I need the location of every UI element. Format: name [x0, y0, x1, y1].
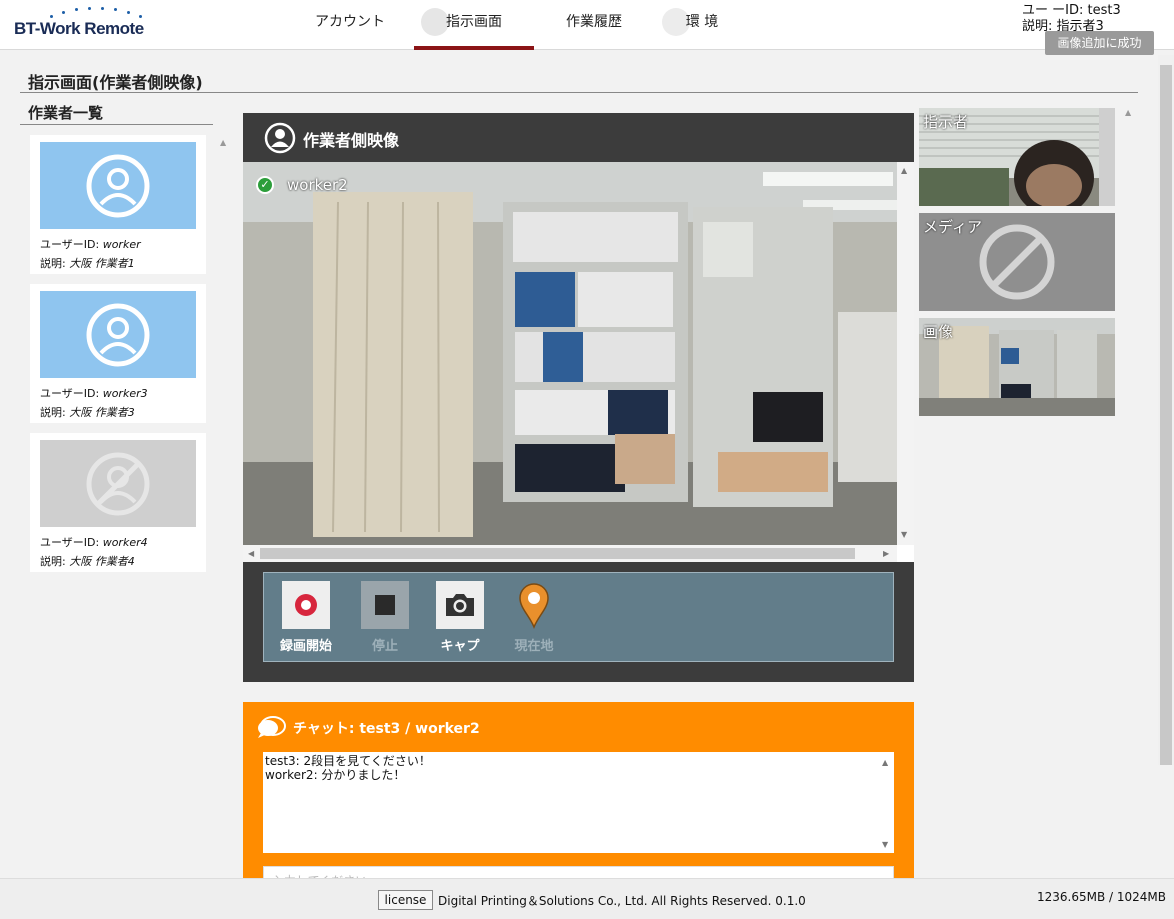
worker-desc: 大阪 作業者4 [69, 555, 135, 568]
tab-environment[interactable]: 環 境 [660, 0, 730, 50]
app-header: BT-Work Remote アカウント 指示画面 作業履歴 環 境 ユー ーI… [0, 0, 1174, 50]
location-button[interactable]: 現在地 [504, 581, 564, 654]
page-title: 指示画面(作業者側映像) [28, 73, 203, 92]
chat-message: worker2: 分かりました！ [265, 768, 406, 782]
chat-title: チャット: test3 / worker2 [293, 721, 480, 737]
license-button[interactable]: license [378, 890, 433, 910]
record-icon [282, 581, 330, 629]
worker-desc: 大阪 作業者3 [69, 406, 135, 419]
worker-avatar [40, 440, 196, 527]
chat-panel: チャット: test3 / worker2 test3: 2段目を見てください！… [243, 702, 914, 892]
worker-desc-line: 説明: 大阪 作業者3 [40, 404, 135, 420]
no-media-icon [979, 224, 1055, 300]
tab-instruction-label: 指示画面 [446, 14, 502, 30]
tab-history[interactable]: 作業履歴 [550, 0, 638, 50]
instructor-camera-thumb[interactable]: 指示者 [919, 108, 1115, 206]
video-horizontal-scrollbar[interactable]: ◀ ▶ [243, 545, 897, 562]
chat-message: test3: 2段目を見てください！ [265, 754, 431, 768]
memory-usage: 1236.65MB / 1024MB [1037, 890, 1167, 904]
worker-desc-line: 説明: 大阪 作業者4 [40, 553, 135, 569]
record-label: 録画開始 [279, 639, 332, 654]
chat-log[interactable]: test3: 2段目を見てください！ worker2: 分かりました！ ▲ ▼ [263, 752, 894, 853]
scroll-down-icon[interactable]: ▼ [901, 530, 907, 539]
page-scrollbar[interactable] [1158, 55, 1174, 765]
map-pin-icon [510, 581, 558, 629]
footer: license Digital Printing＆Solutions Co., … [0, 878, 1174, 919]
capture-label: キャプ [440, 639, 480, 654]
worker-id-line: ユーザーID: worker4 [40, 534, 148, 550]
app-logo: BT-Work Remote [14, 4, 154, 44]
worker-id: worker3 [102, 387, 148, 400]
user-icon [264, 122, 296, 154]
video-panel-title: 作業者側映像 [303, 131, 400, 150]
user-icon [86, 303, 150, 366]
chat-bubble-icon [258, 716, 286, 738]
online-check-icon: ✓ [256, 176, 274, 194]
location-label: 現在地 [514, 639, 554, 654]
video-panel: 作業者側映像 ✓ worker2 ▲ ▼ ◀ ▶ 録画開始 停止 キャプ 現在地 [243, 113, 914, 682]
camera-icon [436, 581, 484, 629]
scroll-left-icon[interactable]: ◀ [248, 549, 254, 558]
worker-id-line: ユーザーID: worker3 [40, 385, 148, 401]
capture-button[interactable]: キャプ [430, 581, 490, 654]
worker-desc-label: 説明: [40, 555, 66, 568]
tab-history-label: 作業履歴 [566, 14, 622, 30]
image-label: 画像 [923, 323, 954, 341]
record-button[interactable]: 録画開始 [276, 581, 336, 654]
copyright-text: Digital Printing＆Solutions Co., Ltd. All… [438, 894, 806, 908]
instructor-label: 指示者 [923, 113, 969, 131]
worker-desc: 大阪 作業者1 [69, 257, 135, 270]
control-bar: 録画開始 停止 キャプ 現在地 [263, 572, 894, 662]
title-divider [20, 92, 1138, 93]
scroll-up-icon[interactable]: ▲ [901, 166, 907, 175]
workers-heading: 作業者一覧 [28, 104, 104, 122]
worker-id-label: ユーザーID: [40, 238, 100, 251]
logo-dots [48, 6, 148, 20]
worker-card[interactable]: ユーザーID: worker4 説明: 大阪 作業者4 [30, 433, 206, 572]
captured-image-thumb[interactable]: 画像 [919, 318, 1115, 416]
tab-account-label: アカウント [315, 14, 385, 30]
scroll-up-icon[interactable]: ▲ [882, 756, 888, 770]
tab-instruction[interactable]: 指示画面 [414, 0, 534, 50]
user-tab-icon [421, 8, 449, 36]
worker-card[interactable]: ユーザーID: worker3 説明: 大阪 作業者3 [30, 284, 206, 423]
offline-user-icon [86, 452, 150, 515]
media-thumb[interactable]: メディア [919, 213, 1115, 311]
scroll-down-icon[interactable]: ▼ [882, 838, 888, 852]
worker-avatar [40, 291, 196, 378]
worker-id-label: ユーザーID: [40, 536, 100, 549]
worker-id-line: ユーザーID: worker [40, 236, 141, 252]
office-camera-image [243, 162, 897, 545]
worker-desc-label: 説明: [40, 406, 66, 419]
scrollbar-thumb[interactable] [260, 548, 855, 559]
scroll-right-icon[interactable]: ▶ [883, 549, 889, 558]
stop-icon [361, 581, 409, 629]
workers-divider [20, 124, 213, 125]
worker-id: worker4 [102, 536, 148, 549]
logo-text: BT-Work Remote [14, 19, 144, 38]
video-vertical-scrollbar[interactable]: ▲ ▼ [897, 162, 914, 545]
video-panel-header: 作業者側映像 [243, 113, 914, 162]
worker-id-label: ユーザーID: [40, 387, 100, 400]
worker-desc-line: 説明: 大阪 作業者1 [40, 255, 135, 271]
worker-id: worker [102, 238, 141, 251]
success-toast: 画像追加に成功 [1045, 31, 1154, 55]
stop-button[interactable]: 停止 [355, 581, 415, 654]
user-id: ユー ーID: test3 [1022, 3, 1121, 18]
media-label: メディア [923, 218, 982, 236]
scroll-up-icon[interactable]: ▲ [220, 138, 226, 147]
chat-scrollbar[interactable]: ▲ ▼ [878, 752, 894, 853]
worker-desc-label: 説明: [40, 257, 66, 270]
tab-environment-label: 環 境 [685, 14, 719, 30]
stream-worker-name: worker2 [287, 176, 348, 194]
worker-card[interactable]: ユーザーID: worker 説明: 大阪 作業者1 [30, 135, 206, 274]
stop-label: 停止 [371, 639, 398, 654]
scroll-up-icon[interactable]: ▲ [1125, 108, 1131, 117]
page-scrollbar-thumb[interactable] [1160, 65, 1172, 765]
user-icon [86, 154, 150, 217]
tab-account[interactable]: アカウント [302, 0, 398, 50]
worker-avatar [40, 142, 196, 229]
worker-video-stream[interactable]: ✓ worker2 ▲ ▼ ◀ ▶ [243, 162, 914, 562]
